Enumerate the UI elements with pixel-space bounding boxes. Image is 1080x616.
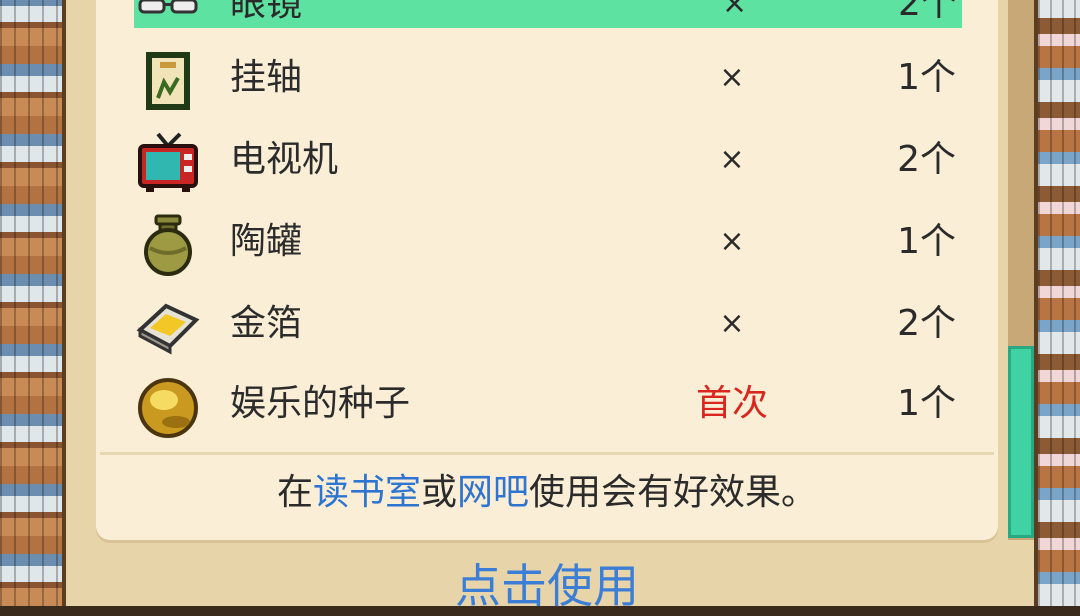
item-multiplier: ×: [719, 306, 745, 341]
item-multiplier: ×: [722, 0, 748, 21]
scrollbar-thumb[interactable]: [1008, 346, 1034, 538]
hint-middle: 或: [420, 472, 457, 513]
gold-leaf-icon: [136, 303, 200, 355]
item-quantity: 2个: [897, 303, 956, 344]
tv-icon: [138, 132, 198, 192]
item-name: 挂轴: [230, 57, 303, 98]
hint-suffix: 使用会有好效果。: [529, 472, 818, 513]
item-multiplier: ×: [719, 224, 745, 259]
seed-icon: [138, 378, 198, 438]
divider: [100, 452, 994, 455]
list-item[interactable]: 金箔 × 2个: [134, 284, 962, 364]
first-time-label: 首次: [695, 383, 768, 424]
glasses-icon: [138, 0, 198, 14]
list-item[interactable]: 娱乐的种子 首次 1个: [134, 364, 962, 444]
background-right: [1038, 0, 1080, 606]
scroll-icon: [146, 52, 190, 110]
item-quantity: 1个: [897, 221, 956, 262]
item-name: 电视机: [230, 139, 339, 180]
list-item[interactable]: 电视机 × 2个: [134, 120, 962, 200]
usage-hint: 在读书室或网吧使用会有好效果。: [96, 468, 998, 518]
item-name: 娱乐的种子: [230, 383, 411, 424]
item-multiplier: ×: [719, 142, 745, 177]
use-button[interactable]: 点击使用: [96, 556, 998, 616]
list-item[interactable]: 挂轴 × 1个: [134, 38, 962, 118]
item-quantity: 1个: [897, 57, 956, 98]
hint-keyword-internet-cafe: 网吧: [457, 472, 530, 513]
item-name: 眼镜: [230, 0, 303, 24]
hint-prefix: 在: [276, 472, 313, 513]
item-multiplier: ×: [719, 60, 745, 95]
item-name: 金箔: [230, 303, 303, 344]
hint-keyword-reading-room: 读书室: [312, 472, 421, 513]
pot-icon: [144, 214, 192, 276]
item-quantity: 1个: [897, 383, 956, 424]
background-left: [0, 0, 62, 606]
item-name: 陶罐: [230, 221, 303, 262]
list-item[interactable]: 陶罐 × 1个: [134, 202, 962, 282]
item-quantity: 2个: [897, 139, 956, 180]
item-quantity: 2个: [898, 0, 957, 24]
